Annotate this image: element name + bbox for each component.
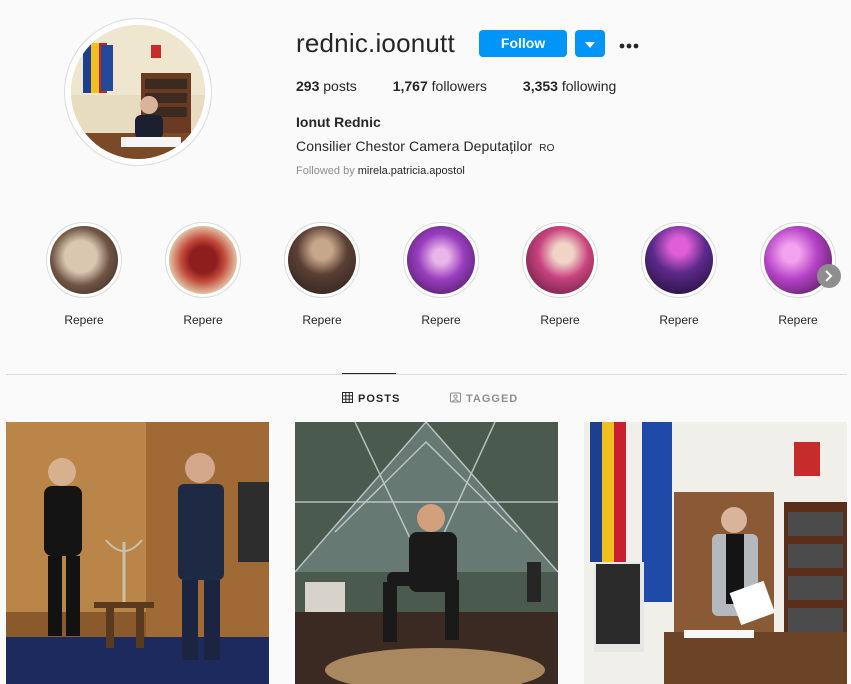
highlight-cover-ring[interactable] (284, 222, 360, 298)
highlight-cover (288, 226, 356, 294)
profile-bio-flag: RO (539, 143, 555, 154)
posts-count: 293 (296, 78, 320, 94)
highlight-item[interactable]: Repere (282, 222, 362, 327)
post-thumbnail[interactable] (295, 422, 558, 684)
highlight-label: Repere (421, 313, 461, 327)
highlight-cover-ring[interactable] (522, 222, 598, 298)
post-thumbnail[interactable] (584, 422, 847, 684)
profile-bio: Consilier Chestor Camera Deputaților RO (296, 138, 836, 154)
profile-avatar-ring[interactable] (64, 18, 212, 166)
followed-by[interactable]: Followed by mirela.patricia.apostol (296, 165, 836, 177)
highlight-item[interactable]: Repere (44, 222, 124, 327)
profile-username: rednic.ioonutt (296, 27, 455, 58)
followers-count[interactable]: 1,767 (393, 78, 428, 94)
post-image (295, 422, 558, 684)
profile-header-row: rednic.ioonutt Follow (296, 28, 836, 58)
tab-posts[interactable]: POSTS (342, 392, 400, 406)
followers-stat[interactable]: 1,767 followers (393, 78, 487, 94)
post-image (6, 422, 269, 684)
profile-bio-text: Consilier Chestor Camera Deputaților (296, 138, 533, 154)
highlight-item[interactable]: Repere (401, 222, 481, 327)
followed-by-user[interactable]: mirela.patricia.apostol (358, 165, 465, 177)
posts-stat: 293 posts (296, 78, 357, 94)
highlight-cover (169, 226, 237, 294)
highlight-cover-ring[interactable] (46, 222, 122, 298)
highlight-cover (526, 226, 594, 294)
highlight-item[interactable]: Repere (520, 222, 600, 327)
following-count[interactable]: 3,353 (523, 78, 558, 94)
highlight-label: Repere (659, 313, 699, 327)
tag-icon (450, 392, 466, 406)
tabs-divider (6, 374, 847, 375)
profile-avatar (71, 25, 205, 159)
profile-full-name: Ionut Rednic (296, 114, 381, 130)
grid-icon (342, 392, 358, 406)
highlight-cover (645, 226, 713, 294)
chevron-right-icon[interactable] (817, 264, 841, 288)
profile-info: rednic.ioonutt Follow 293 posts 1,767 fo… (296, 28, 836, 177)
highlight-cover-ring[interactable] (403, 222, 479, 298)
tab-tagged-label: TAGGED (466, 393, 519, 405)
highlight-item[interactable]: Repere (639, 222, 719, 327)
posts-label: posts (323, 78, 357, 94)
highlight-label: Repere (778, 313, 818, 327)
suggested-accounts-button[interactable] (575, 29, 606, 57)
post-thumbnail[interactable] (6, 422, 269, 684)
highlight-label: Repere (64, 313, 104, 327)
chevron-down-icon (585, 36, 596, 51)
active-tab-indicator (342, 373, 396, 374)
highlight-cover-ring[interactable] (165, 222, 241, 298)
more-options-icon[interactable] (619, 33, 639, 53)
highlight-cover (50, 226, 118, 294)
highlight-label: Repere (540, 313, 580, 327)
tab-posts-label: POSTS (358, 393, 401, 405)
highlight-item[interactable]: Repere (163, 222, 243, 327)
highlight-cover (407, 226, 475, 294)
profile-stats: 293 posts 1,767 followers 3,353 followin… (296, 78, 836, 94)
post-image (584, 422, 847, 684)
following-label[interactable]: following (562, 78, 616, 94)
followers-label[interactable]: followers (432, 78, 487, 94)
highlight-label: Repere (302, 313, 342, 327)
tab-tagged[interactable]: TAGGED (450, 392, 518, 406)
following-stat[interactable]: 3,353 following (523, 78, 616, 94)
follow-button[interactable]: Follow (478, 29, 568, 57)
highlight-cover-ring[interactable] (641, 222, 717, 298)
highlight-label: Repere (183, 313, 223, 327)
followed-by-prefix: Followed by (296, 165, 355, 177)
story-highlights: Repere Repere Repere Repere Repere Reper… (44, 222, 844, 332)
